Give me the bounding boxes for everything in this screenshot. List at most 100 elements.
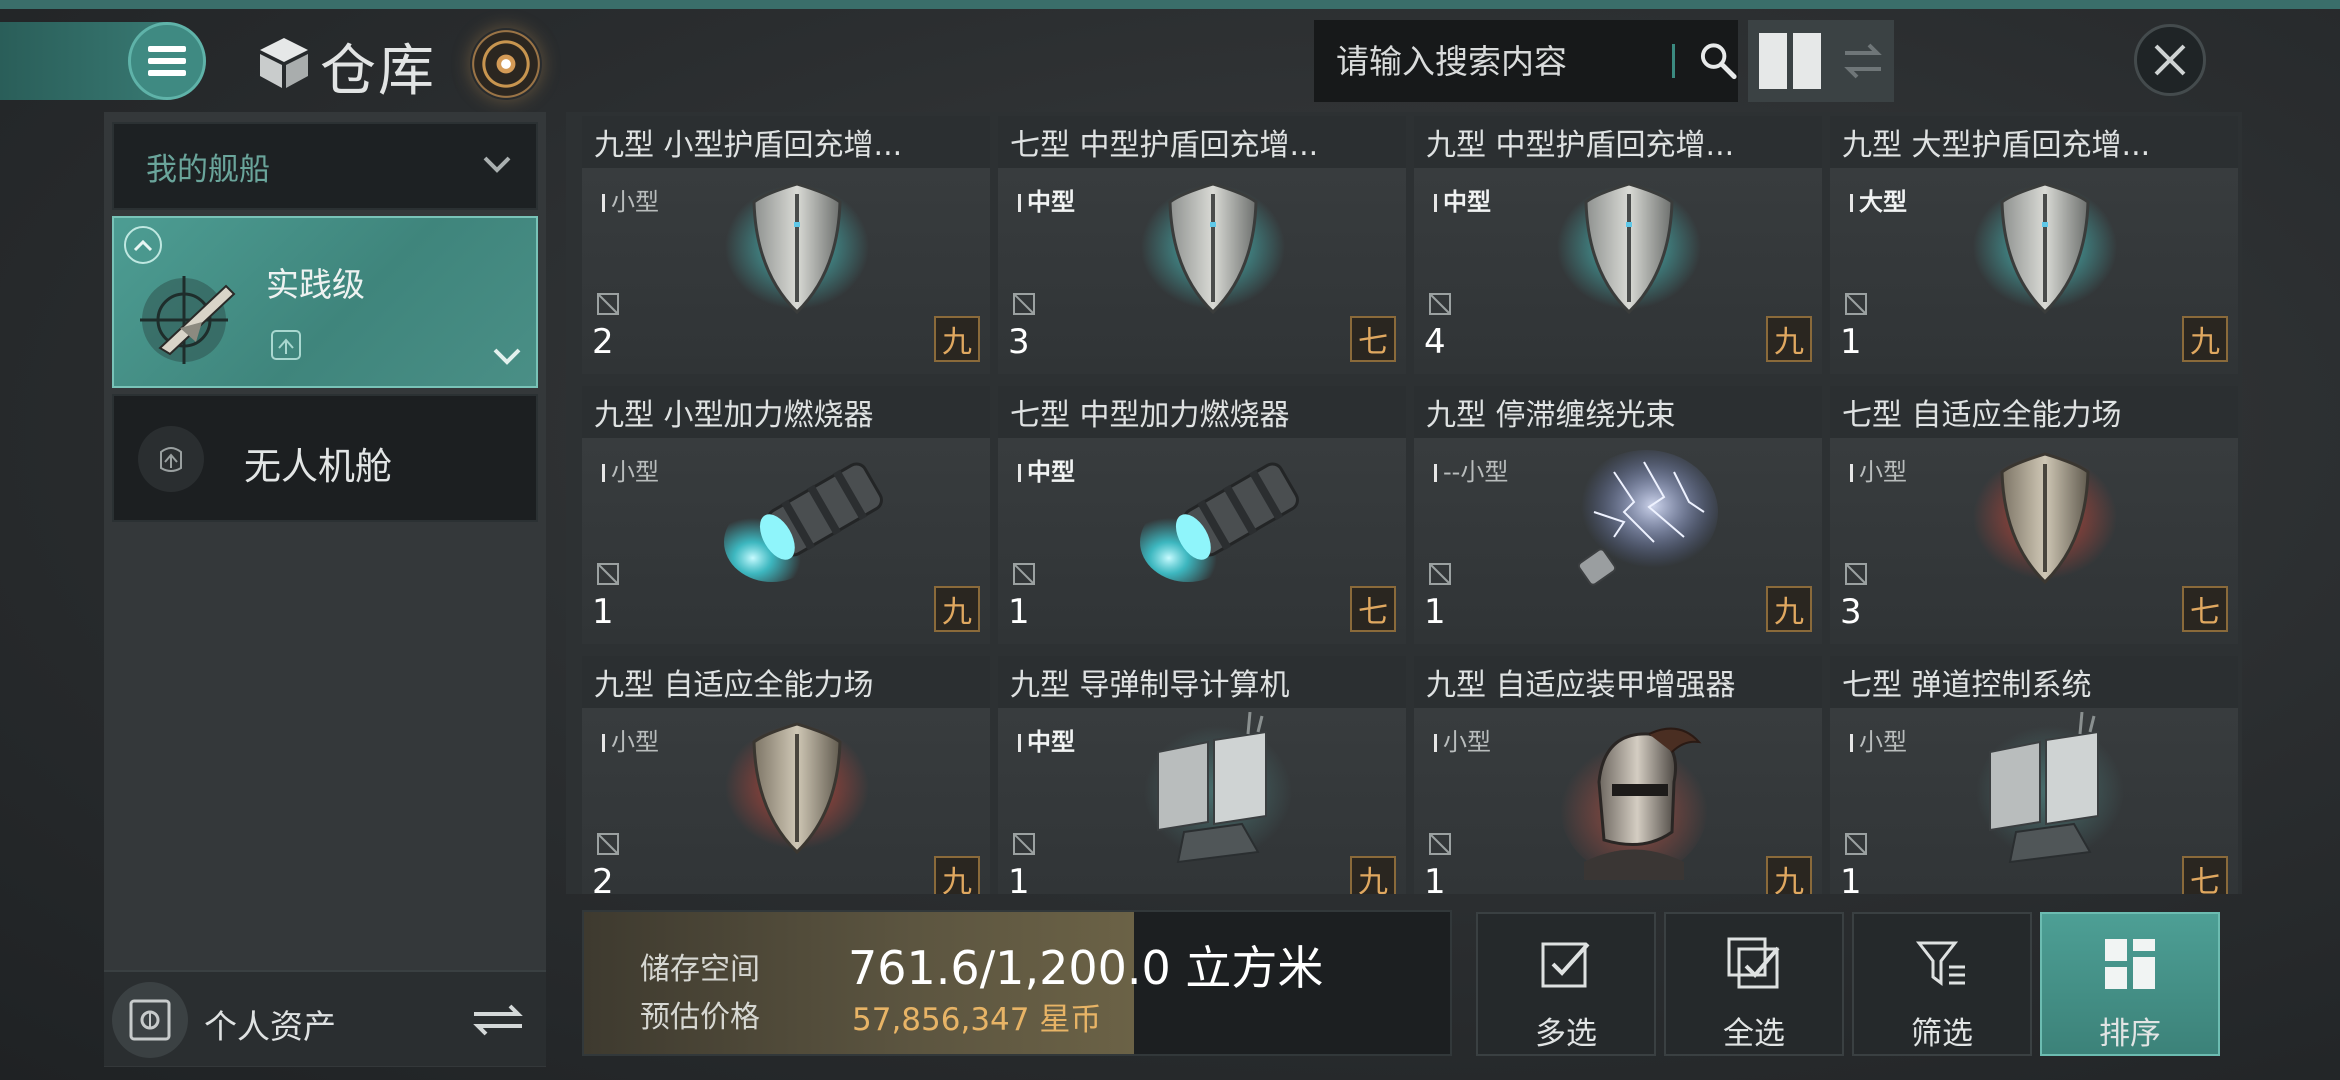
storage-panel: 储存空间 预估价格 761.6/1,200.0 立方米 57,856,347 星…: [582, 910, 1452, 1056]
lock-icon: [597, 293, 619, 315]
size-marker: [1434, 194, 1437, 212]
item-card[interactable]: 九型 中型护盾回充增... 中型 4 九: [1414, 116, 1822, 374]
select-all-button[interactable]: 全选: [1664, 912, 1844, 1056]
item-card[interactable]: 七型 自适应全能力场 小型 3 七: [1830, 386, 2238, 644]
item-quantity: 1: [1424, 862, 1446, 894]
item-card[interactable]: 七型 中型护盾回充增... 中型 3 七: [998, 116, 1406, 374]
item-card[interactable]: 九型 导弹制导计算机 中型 1 九: [998, 656, 1406, 894]
item-size: 中型: [1443, 188, 1491, 216]
item-name: 七型 自适应全能力场: [1830, 386, 2238, 438]
sort-button[interactable]: 排序: [2040, 912, 2220, 1056]
swap-icon[interactable]: [470, 1002, 526, 1038]
item-quantity: 1: [1840, 322, 1862, 362]
size-marker: [602, 194, 605, 212]
item-shield-cyan-icon: [722, 172, 872, 326]
close-icon: [2154, 44, 2186, 76]
cube-icon: [260, 38, 308, 88]
size-marker: [1850, 194, 1853, 212]
drone-bay-label: 无人机舱: [244, 445, 392, 488]
item-name: 九型 小型护盾回充增...: [582, 116, 990, 168]
item-size-label: 小型: [602, 722, 659, 757]
item-name: 九型 自适应装甲增强器: [1414, 656, 1822, 708]
chevron-down-icon: [493, 348, 521, 365]
item-card[interactable]: 九型 停滞缠绕光束 --小型 1 九: [1414, 386, 1822, 644]
item-card[interactable]: 九型 大型护盾回充增... 大型 1 九: [1830, 116, 2238, 374]
lock-icon: [597, 563, 619, 585]
size-marker: [602, 464, 605, 482]
item-name: 九型 大型护盾回充增...: [1830, 116, 2238, 168]
estimated-price-label: 预估价格: [640, 1000, 760, 1035]
item-grid-panel: 九型 小型护盾回充增... 小型 2 九七型 中型护盾回充增... 中型 3 七九型 中型护…: [566, 112, 2242, 894]
item-quantity: 2: [592, 862, 614, 894]
personal-assets-label: 个人资产: [204, 1007, 336, 1046]
item-size-label: 中型: [1018, 452, 1075, 487]
grid-view-icon[interactable]: [1759, 33, 1821, 89]
size-marker: [1850, 464, 1853, 482]
sidebar: 我的舰船 实践级 无人机舱 个人资产: [104, 112, 546, 1067]
item-thruster-icon: [722, 442, 892, 596]
item-size: 中型: [1027, 728, 1075, 756]
multi-select-button[interactable]: 多选: [1476, 912, 1656, 1056]
item-card[interactable]: 九型 小型护盾回充增... 小型 2 九: [582, 116, 990, 374]
menu-button[interactable]: [128, 22, 206, 100]
drone-bay-icon: [138, 426, 204, 492]
item-card[interactable]: 九型 自适应装甲增强器 小型 1 九: [1414, 656, 1822, 894]
size-marker: [602, 734, 605, 752]
item-computer-icon: [1970, 711, 2130, 876]
item-quantity: 2: [592, 322, 614, 362]
view-toggle[interactable]: [1748, 20, 1894, 102]
item-size: 中型: [1027, 188, 1075, 216]
item-tier-badge: 九: [2182, 316, 2228, 362]
item-grid: 九型 小型护盾回充增... 小型 2 九七型 中型护盾回充增... 中型 3 七九型 中型护…: [566, 112, 2242, 894]
lock-icon: [1429, 563, 1451, 585]
filter-button[interactable]: 筛选: [1852, 912, 2032, 1056]
item-tier-badge: 七: [2182, 586, 2228, 632]
personal-assets-bar[interactable]: 个人资产: [104, 970, 546, 1066]
item-size-label: 小型: [1850, 722, 1907, 757]
item-tier-badge: 九: [934, 316, 980, 362]
search-box[interactable]: [1314, 20, 1738, 102]
item-tier-badge: 九: [1350, 856, 1396, 894]
lock-icon: [1845, 563, 1867, 585]
item-size-label: 小型: [602, 452, 659, 487]
item-quantity: 4: [1424, 322, 1446, 362]
lock-icon: [1013, 563, 1035, 585]
item-quantity: 1: [1424, 592, 1446, 632]
checkbox-icon: [1541, 942, 1590, 988]
item-shield-red-icon: [1970, 442, 2120, 596]
lock-icon: [597, 833, 619, 855]
item-size-label: --小型: [1434, 452, 1508, 487]
ship-dropdown-label: 我的舰船: [146, 151, 270, 188]
item-name: 七型 中型护盾回充增...: [998, 116, 1406, 168]
item-shield-cyan-icon: [1554, 172, 1704, 326]
orb-icon[interactable]: [470, 28, 542, 100]
item-name: 九型 停滞缠绕光束: [1414, 386, 1822, 438]
item-size: 小型: [611, 188, 659, 216]
search-icon[interactable]: [1699, 41, 1738, 81]
item-quantity: 1: [1840, 862, 1862, 894]
ship-icon: [140, 276, 236, 364]
estimated-price-value: 57,856,347 星币: [852, 1002, 1102, 1038]
item-size-label: 中型: [1018, 722, 1075, 757]
drone-bay-item[interactable]: 无人机舱: [112, 394, 538, 522]
close-button[interactable]: [2134, 24, 2206, 96]
size-marker: [1434, 734, 1437, 752]
item-size: 小型: [1859, 458, 1907, 486]
item-size: 中型: [1027, 458, 1075, 486]
hangar-slot-icon: [271, 330, 301, 360]
ship-dropdown[interactable]: 我的舰船: [112, 122, 538, 210]
item-card[interactable]: 九型 小型加力燃烧器 小型 1 九: [582, 386, 990, 644]
lock-icon: [1429, 293, 1451, 315]
item-card[interactable]: 七型 弹道控制系统 小型 1 七: [1830, 656, 2238, 894]
search-input[interactable]: [1336, 41, 1656, 81]
item-card[interactable]: 九型 自适应全能力场 小型 2 九: [582, 656, 990, 894]
item-size: 小型: [611, 728, 659, 756]
item-card[interactable]: 七型 中型加力燃烧器 中型 1 七: [998, 386, 1406, 644]
lock-icon: [1013, 293, 1035, 315]
item-size: --小型: [1443, 458, 1509, 486]
swap-view-icon[interactable]: [1843, 39, 1883, 83]
item-size-label: 中型: [1434, 182, 1491, 217]
menu-icon: [148, 46, 186, 76]
item-tier-badge: 九: [1766, 856, 1812, 894]
ship-card-selected[interactable]: 实践级: [112, 216, 538, 388]
